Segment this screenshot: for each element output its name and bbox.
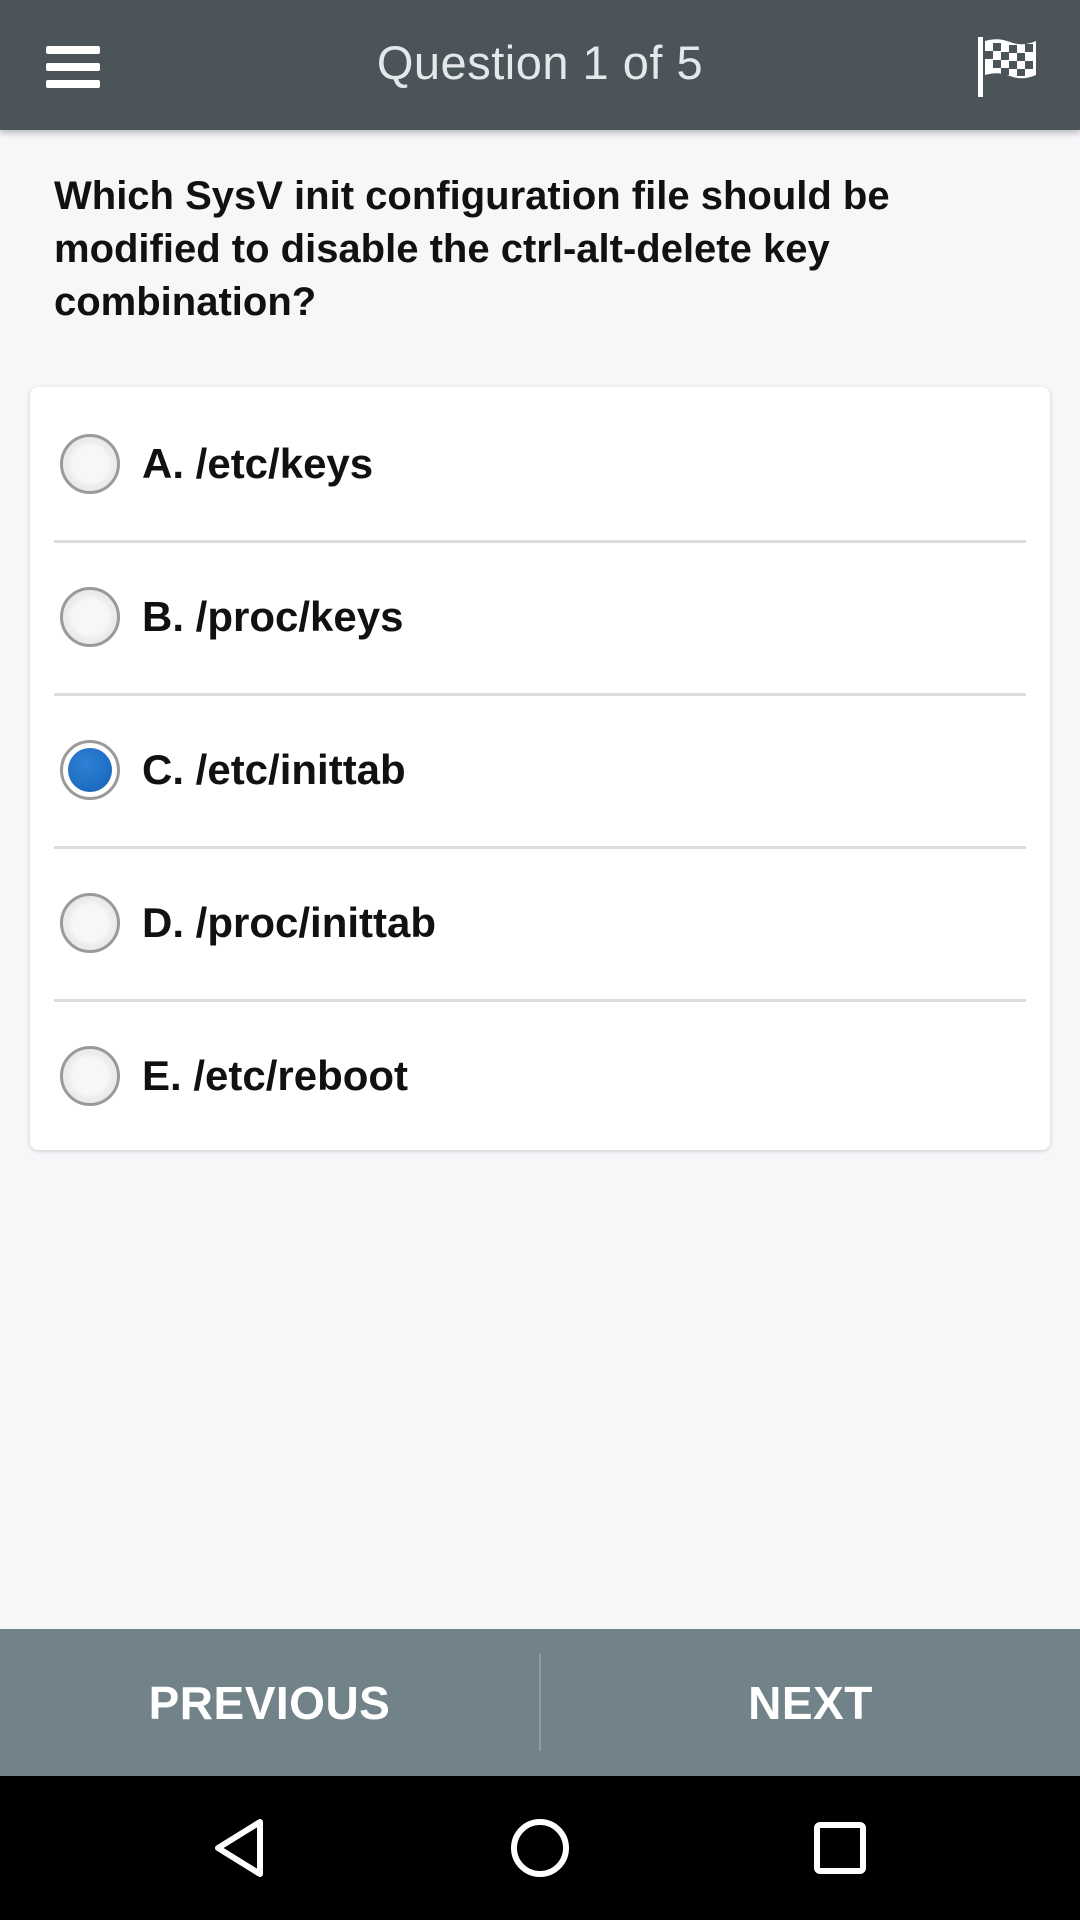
- home-button[interactable]: [490, 1798, 590, 1898]
- question-text: Which SysV init configuration file shoul…: [54, 174, 890, 324]
- option-label: B. /proc/keys: [142, 592, 404, 640]
- option-e[interactable]: E. /etc/reboot: [30, 999, 1050, 1152]
- option-d[interactable]: D. /proc/inittab: [30, 846, 1050, 999]
- radio-button[interactable]: [60, 1045, 120, 1106]
- option-label: C. /etc/inittab: [142, 745, 406, 793]
- finish-flag-button[interactable]: [965, 27, 1050, 107]
- options-list: A. /etc/keys B. /proc/keys C. /etc/initt…: [30, 387, 1050, 1150]
- recents-button[interactable]: [790, 1798, 890, 1898]
- option-label: D. /proc/inittab: [142, 898, 436, 946]
- home-circle-icon: [511, 1819, 569, 1877]
- back-button[interactable]: [190, 1798, 290, 1898]
- checkered-flag-icon: [977, 37, 1036, 97]
- radio-button[interactable]: [60, 892, 120, 953]
- page-title: Question 1 of 5: [376, 36, 704, 89]
- option-c[interactable]: C. /etc/inittab: [30, 693, 1050, 846]
- option-label: A. /etc/keys: [142, 439, 374, 487]
- previous-button[interactable]: PREVIOUS: [0, 1629, 539, 1776]
- radio-button[interactable]: [60, 586, 120, 647]
- option-label: E. /etc/reboot: [142, 1051, 409, 1099]
- radio-button[interactable]: [60, 433, 120, 494]
- app-bar: Question 1 of 5: [0, 0, 1080, 130]
- next-button[interactable]: NEXT: [541, 1629, 1080, 1776]
- back-triangle-icon: [215, 1819, 263, 1877]
- option-a[interactable]: A. /etc/keys: [30, 387, 1050, 540]
- question-navigation-bar: PREVIOUS NEXT: [0, 1629, 1080, 1776]
- radio-button[interactable]: [60, 739, 120, 800]
- option-b[interactable]: B. /proc/keys: [30, 540, 1050, 693]
- system-navigation-bar: [0, 1776, 1080, 1920]
- recents-square-icon: [814, 1822, 866, 1874]
